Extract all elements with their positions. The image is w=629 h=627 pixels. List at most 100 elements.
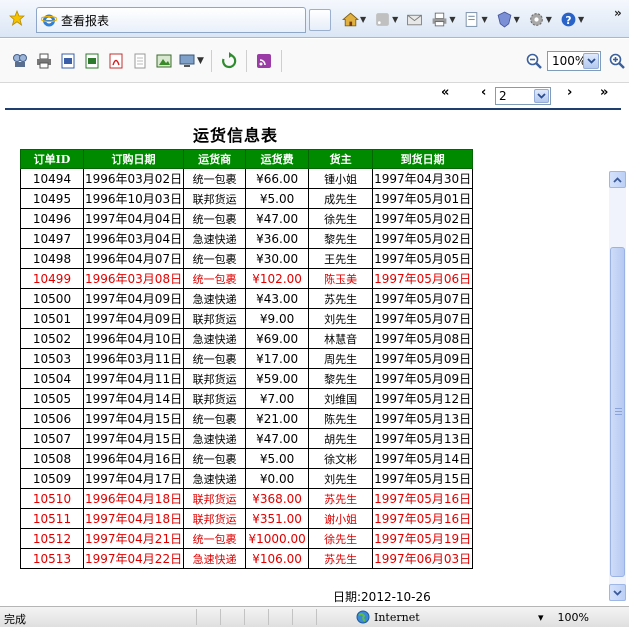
table-cell-freight: ¥102.00 bbox=[245, 268, 310, 289]
table-row: 10509 1997年04月17日 急速快递 ¥0.00 刘先生 1997年05月15日 bbox=[20, 468, 474, 489]
status-zoom[interactable]: 100% bbox=[558, 611, 589, 624]
table-cell-order-date: 1997年04月09日 bbox=[82, 288, 185, 309]
zoom-in-icon[interactable] bbox=[608, 52, 626, 70]
table-cell-freight: ¥69.00 bbox=[245, 328, 310, 349]
table-cell-shipper: 统一包裹 bbox=[183, 528, 247, 549]
refresh-button[interactable] bbox=[217, 50, 241, 72]
table-cell-owner: 王先生 bbox=[308, 248, 374, 269]
table-cell-order-date: 1996年03月11日 bbox=[82, 348, 185, 369]
home-button[interactable]: ▼ bbox=[340, 9, 368, 29]
table-cell-order-date: 1996年04月10日 bbox=[82, 328, 185, 349]
table-row: 10498 1996年04月07日 统一包裹 ¥30.00 王先生 1997年05月05日 bbox=[20, 248, 474, 269]
print-report-button[interactable] bbox=[32, 50, 56, 72]
tools-menu-button[interactable]: ▼ bbox=[526, 9, 554, 29]
safety-icon bbox=[497, 11, 511, 27]
table-row: 10513 1997年04月22日 急速快递 ¥106.00 苏先生 1997年06月03… bbox=[20, 548, 474, 569]
table-cell-order-date: 1996年03月02日 bbox=[82, 168, 185, 189]
print-button[interactable]: ▼ bbox=[429, 9, 457, 29]
safety-menu-button[interactable]: ▼ bbox=[494, 9, 522, 29]
table-row: 10496 1997年04月04日 统一包裹 ¥47.00 徐先生 1997年05月02日 bbox=[20, 208, 474, 229]
table-cell-id: 10504 bbox=[20, 368, 84, 389]
help-button[interactable]: ? ▼ bbox=[558, 9, 586, 29]
new-tab-button[interactable] bbox=[309, 9, 331, 31]
column-header: 订购日期 bbox=[82, 149, 185, 169]
table-cell-owner: 刘维国 bbox=[308, 388, 374, 409]
table-row: 10497 1996年03月04日 急速快递 ¥36.00 黎先生 1997年05月02日 bbox=[20, 228, 474, 249]
prev-page-button[interactable]: ‹ bbox=[481, 85, 486, 100]
status-cell bbox=[220, 609, 244, 625]
feeds-button[interactable]: ▼ bbox=[372, 9, 400, 29]
table-cell-arrive: 1997年05月01日 bbox=[372, 188, 474, 209]
table-cell-id: 10496 bbox=[20, 208, 84, 229]
ie-logo-icon bbox=[41, 14, 57, 27]
table-cell-order-date: 1996年10月03日 bbox=[82, 188, 185, 209]
table-cell-freight: ¥47.00 bbox=[245, 208, 310, 229]
table-cell-freight: ¥5.00 bbox=[245, 188, 310, 209]
table-cell-order-date: 1997年04月18日 bbox=[82, 508, 185, 529]
table-cell-id: 10505 bbox=[20, 388, 84, 409]
table-cell-shipper: 急速快递 bbox=[183, 288, 247, 309]
table-cell-owner: 刘先生 bbox=[308, 468, 374, 489]
report-toolbar: ▼ 100% bbox=[0, 39, 629, 83]
table-row: 10494 1996年03月02日 统一包裹 ¥66.00 锺小姐 1997年04月30日 bbox=[20, 168, 474, 189]
vertical-scrollbar[interactable] bbox=[609, 171, 626, 601]
table-row: 10495 1996年10月03日 联邦货运 ¥5.00 成先生 1997年05月01日 bbox=[20, 188, 474, 209]
globe-icon bbox=[356, 610, 370, 624]
table-row: 10501 1997年04月09日 联邦货运 ¥9.00 刘先生 1997年05月07日 bbox=[20, 308, 474, 329]
column-header: 到货日期 bbox=[372, 149, 474, 169]
table-cell-owner: 成先生 bbox=[308, 188, 374, 209]
export-word-button[interactable] bbox=[56, 50, 80, 72]
help-icon: ? bbox=[561, 12, 576, 26]
security-zone[interactable]: Internet bbox=[356, 610, 420, 624]
table-cell-id: 10510 bbox=[20, 488, 84, 509]
last-page-button[interactable]: » bbox=[600, 85, 608, 100]
table-cell-arrive: 1997年05月09日 bbox=[372, 368, 474, 389]
zoom-select[interactable]: 100% bbox=[547, 51, 601, 71]
scroll-thumb[interactable] bbox=[610, 247, 625, 577]
page-select[interactable]: 2 bbox=[495, 87, 551, 105]
export-text-button[interactable] bbox=[128, 50, 152, 72]
rss-button[interactable] bbox=[252, 50, 276, 72]
toolbar-overflow-chevron[interactable]: » bbox=[614, 6, 622, 20]
table-cell-arrive: 1997年05月05日 bbox=[372, 248, 474, 269]
table-cell-freight: ¥106.00 bbox=[245, 548, 310, 569]
table-cell-shipper: 急速快递 bbox=[183, 548, 247, 569]
table-cell-freight: ¥368.00 bbox=[245, 488, 310, 509]
table-row: 10510 1996年04月18日 联邦货运 ¥368.00 苏先生 1997年05月16… bbox=[20, 488, 474, 509]
protected-mode-icon[interactable]: ▾ bbox=[538, 611, 544, 624]
favorites-star-icon[interactable] bbox=[9, 10, 25, 26]
table-cell-owner: 黎先生 bbox=[308, 368, 374, 389]
zoom-value: 100% bbox=[552, 54, 587, 68]
status-bar: 完成 Internet ▾ 100% bbox=[0, 606, 629, 627]
export-pdf-button[interactable] bbox=[104, 50, 128, 72]
display-mode-button[interactable]: ▼ bbox=[176, 50, 206, 72]
excel-export-icon bbox=[85, 53, 99, 69]
scroll-down-button[interactable] bbox=[609, 584, 626, 601]
browser-tab[interactable]: 查看报表 bbox=[36, 7, 306, 33]
first-page-button[interactable]: « bbox=[441, 85, 449, 100]
monitor-icon bbox=[179, 54, 195, 67]
header-divider bbox=[5, 108, 621, 110]
table-cell-freight: ¥9.00 bbox=[245, 308, 310, 329]
table-cell-id: 10513 bbox=[20, 548, 84, 569]
table-cell-arrive: 1997年05月09日 bbox=[372, 348, 474, 369]
table-cell-id: 10509 bbox=[20, 468, 84, 489]
table-cell-freight: ¥59.00 bbox=[245, 368, 310, 389]
find-button[interactable] bbox=[8, 50, 32, 72]
scroll-up-button[interactable] bbox=[609, 171, 626, 188]
chevron-down-icon[interactable] bbox=[583, 53, 599, 69]
table-cell-shipper: 统一包裹 bbox=[183, 168, 247, 189]
page-value: 2 bbox=[499, 89, 507, 103]
next-page-button[interactable]: › bbox=[567, 85, 572, 100]
export-image-button[interactable] bbox=[152, 50, 176, 72]
table-cell-id: 10495 bbox=[20, 188, 84, 209]
page-menu-button[interactable]: ▼ bbox=[461, 9, 489, 29]
mail-button[interactable] bbox=[404, 9, 425, 29]
table-cell-id: 10511 bbox=[20, 508, 84, 529]
status-text: 完成 bbox=[4, 613, 26, 626]
table-cell-shipper: 统一包裹 bbox=[183, 448, 247, 469]
zoom-out-icon[interactable] bbox=[525, 52, 543, 70]
date-value: 2012-10-26 bbox=[361, 590, 431, 604]
chevron-down-icon[interactable] bbox=[534, 89, 549, 103]
export-excel-button[interactable] bbox=[80, 50, 104, 72]
